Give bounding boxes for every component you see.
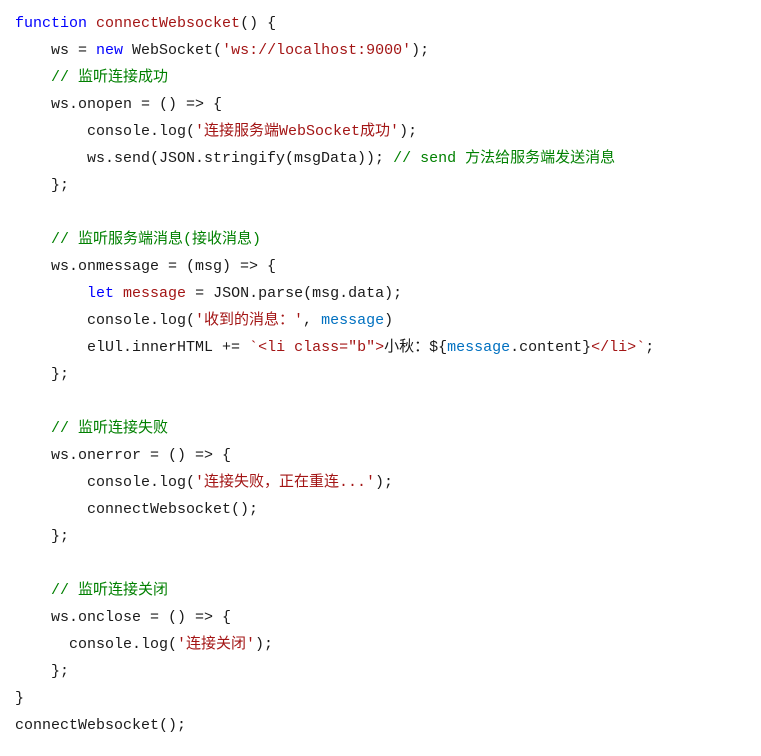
code-block: function connectWebsocket() { ws = new W… xyxy=(15,10,746,739)
string-literal: '收到的消息：' xyxy=(195,312,303,329)
code-text xyxy=(114,285,123,302)
code-text xyxy=(15,69,51,86)
string-literal: 'ws://localhost:9000' xyxy=(222,42,411,59)
code-text: ws = xyxy=(15,42,96,59)
variable: message xyxy=(123,285,186,302)
code-text: ws.onopen = () => { xyxy=(15,96,222,113)
template-backtick: ` xyxy=(636,339,645,356)
comment: // 监听连接失败 xyxy=(51,420,168,437)
keyword-let: let xyxy=(87,285,114,302)
string-literal: '连接关闭' xyxy=(177,636,255,653)
code-text: console.log( xyxy=(15,636,177,653)
code-text xyxy=(15,231,51,248)
keyword-function: function xyxy=(15,15,87,32)
comment: // 监听连接成功 xyxy=(51,69,168,86)
code-text: ws.onmessage = (msg) => { xyxy=(15,258,276,275)
code-text: }; xyxy=(15,177,69,194)
code-text: connectWebsocket(); xyxy=(15,501,258,518)
code-text: elUl.innerHTML += xyxy=(15,339,249,356)
template-expr: .content xyxy=(510,339,582,356)
code-text: WebSocket( xyxy=(123,42,222,59)
code-text xyxy=(15,582,51,599)
code-text: }; xyxy=(15,663,69,680)
code-text xyxy=(87,15,96,32)
code-text: }; xyxy=(15,366,69,383)
template-string: <li class="b"> xyxy=(258,339,384,356)
code-text: ws.send(JSON.stringify(msgData)); xyxy=(15,150,393,167)
keyword-new: new xyxy=(96,42,123,59)
template-expr: message xyxy=(447,339,510,356)
comment: // 监听连接关闭 xyxy=(51,582,168,599)
code-text xyxy=(15,285,87,302)
code-text: connectWebsocket(); xyxy=(15,717,186,734)
code-text: ); xyxy=(375,474,393,491)
string-literal: '连接失败，正在重连...' xyxy=(195,474,375,491)
template-backtick: ` xyxy=(249,339,258,356)
code-text: ws.onerror = () => { xyxy=(15,447,231,464)
code-text: = JSON.parse(msg.data); xyxy=(186,285,402,302)
code-text: ); xyxy=(399,123,417,140)
code-text xyxy=(15,420,51,437)
comment: // send 方法给服务端发送消息 xyxy=(393,150,615,167)
template-dollar: ${ xyxy=(429,339,447,356)
variable: message xyxy=(321,312,384,329)
code-text: console.log( xyxy=(15,123,195,140)
code-text: ; xyxy=(645,339,654,356)
code-text: ) xyxy=(384,312,393,329)
function-name: connectWebsocket xyxy=(96,15,240,32)
code-text: , xyxy=(303,312,321,329)
code-text: ws.onclose = () => { xyxy=(15,609,231,626)
template-rbrace: } xyxy=(582,339,591,356)
code-text: } xyxy=(15,690,24,707)
code-text: }; xyxy=(15,528,69,545)
code-text: ); xyxy=(255,636,273,653)
template-string: </li> xyxy=(591,339,636,356)
code-text: console.log( xyxy=(15,474,195,491)
code-text: () { xyxy=(240,15,276,32)
code-text: ); xyxy=(411,42,429,59)
code-text: console.log( xyxy=(15,312,195,329)
string-literal: '连接服务端WebSocket成功' xyxy=(195,123,399,140)
template-string: 小秋： xyxy=(384,339,429,356)
comment: // 监听服务端消息(接收消息) xyxy=(51,231,261,248)
